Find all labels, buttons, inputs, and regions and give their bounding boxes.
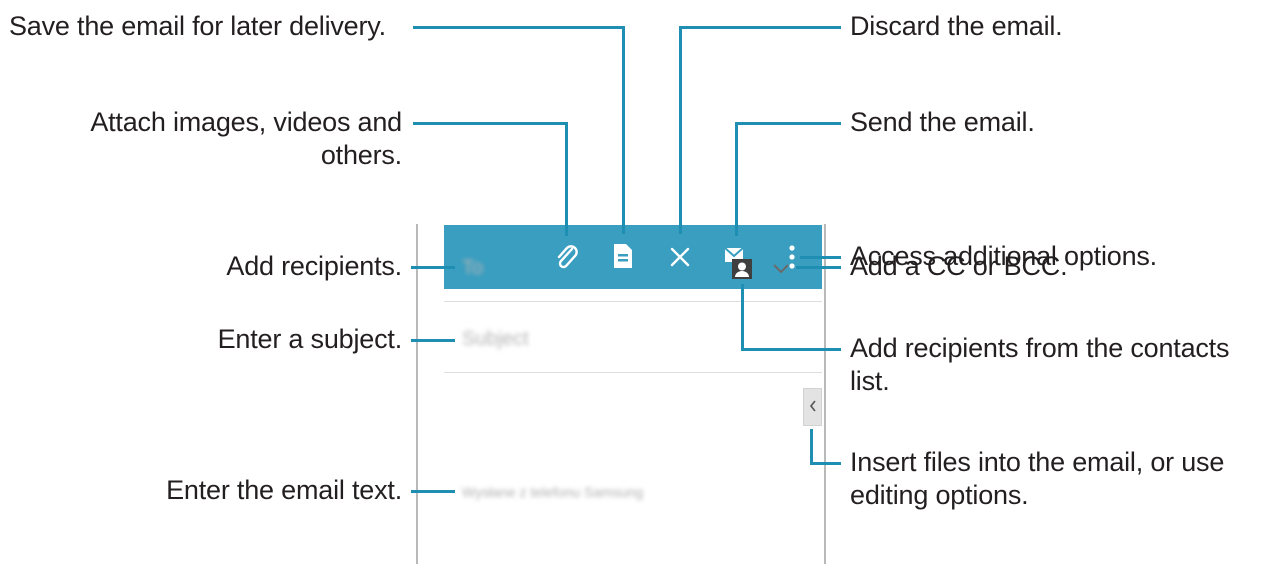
email-body-signature[interactable]: Wysłane z telefonu Samsung (462, 484, 643, 500)
callout-line (413, 26, 625, 29)
callout-line (411, 490, 455, 493)
chevron-left-icon (809, 400, 816, 412)
label-attach-line2: others. (320, 140, 402, 170)
to-row (444, 289, 822, 301)
label-contacts-line2: list. (850, 366, 890, 396)
callout-line (796, 266, 841, 269)
callout-line (411, 266, 455, 269)
label-send: Send the email. (850, 107, 1035, 137)
callout-line (741, 284, 744, 351)
callout-line (741, 348, 841, 351)
label-discard: Discard the email. (850, 11, 1063, 41)
subject-divider (444, 372, 822, 373)
label-contacts-line1: Add recipients from the contacts (850, 333, 1230, 363)
label-insert-line1: Insert files into the email, or use (850, 447, 1225, 477)
label-insert-line2: editing options. (850, 480, 1029, 510)
callout-line (810, 429, 813, 465)
chevron-down-icon[interactable] (771, 262, 791, 276)
label-body: Enter the email text. (166, 475, 402, 505)
callout-line (735, 122, 738, 236)
callout-line (679, 26, 841, 29)
label-save: Save the email for later delivery. (9, 11, 386, 41)
callout-line (565, 122, 568, 236)
label-attach: Attach images, videos and others. (9, 106, 402, 172)
to-placeholder: To (462, 257, 484, 279)
label-attach-line1: Attach images, videos and (90, 107, 402, 137)
callout-line (800, 256, 841, 259)
callout-line (735, 122, 841, 125)
callout-line (413, 122, 568, 125)
label-contacts: Add recipients from the contacts list. (850, 332, 1229, 398)
callout-line (411, 339, 455, 342)
subject-placeholder[interactable]: Subject (462, 328, 529, 351)
label-cc-bcc: Add a CC or BCC. (850, 251, 1068, 281)
callout-line (810, 462, 841, 465)
label-add-recipients: Add recipients. (226, 251, 402, 281)
callout-line (679, 26, 682, 234)
to-divider (444, 301, 822, 302)
label-insert-files: Insert files into the email, or use edit… (850, 446, 1224, 512)
contacts-icon[interactable] (731, 258, 753, 280)
callout-line (622, 26, 625, 234)
label-subject: Enter a subject. (217, 324, 403, 354)
